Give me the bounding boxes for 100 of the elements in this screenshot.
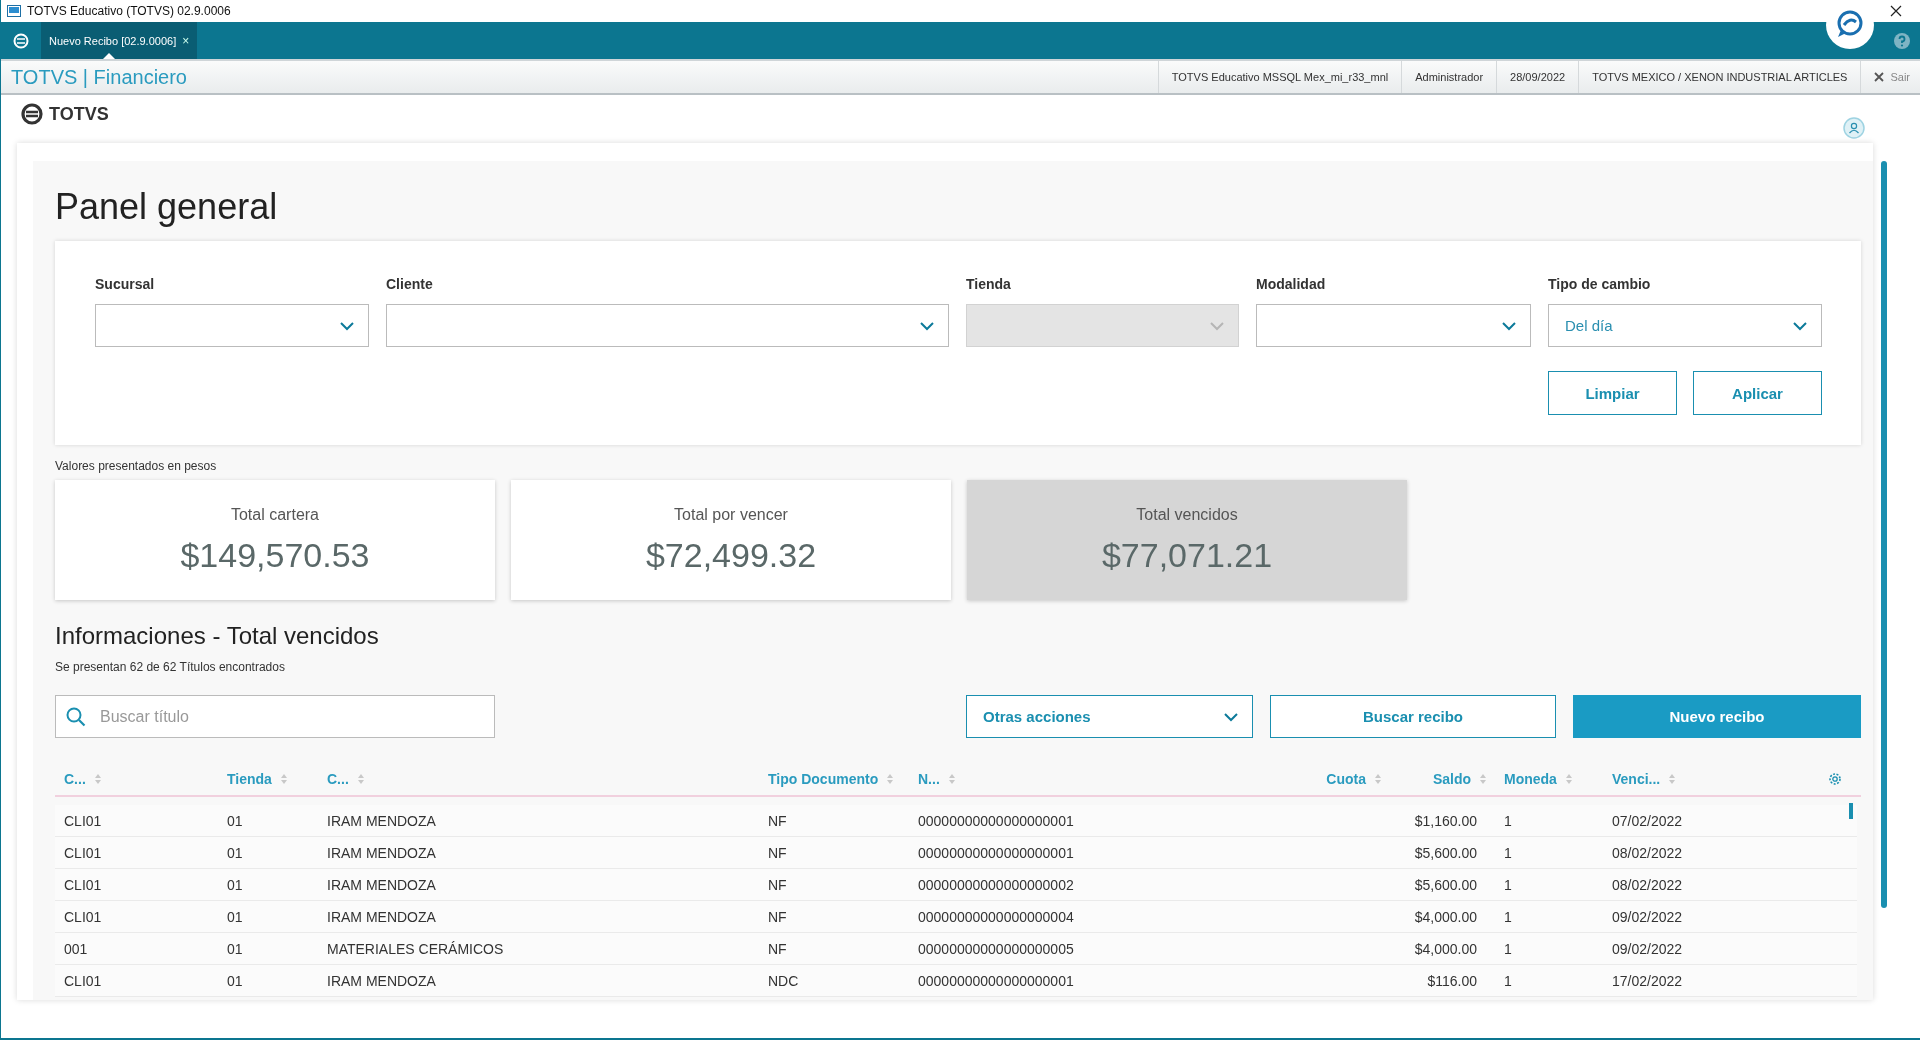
table-cell-text: IRAM MENDOZA [326,908,437,925]
close-button[interactable]: × [182,33,190,48]
header-info: Administrador [1401,61,1497,93]
column-header[interactable]: C... [64,771,86,787]
tab[interactable]: Nuevo Recibo [02.9.0006] × [41,22,198,59]
table-cell-text: NF [767,812,788,829]
table-cell-text: $1,160.00 [1413,812,1478,829]
new-receipt-button[interactable]: Nuevo recibo [1573,695,1861,738]
table-cell-text: CLI01 [63,908,103,925]
total-amount: $149,570.53 [180,535,370,575]
filter-button[interactable]: Limpiar [1548,371,1677,415]
column-header[interactable]: N... [918,771,940,787]
table-cell-text: NF [767,908,788,925]
close-icon[interactable] [1890,5,1902,17]
sort-icon[interactable] [886,773,895,785]
table-cell-text: CLI01 [63,876,103,893]
table-cell-text: 08/02/2022 [1611,876,1684,893]
total-card[interactable]: Total vencidos $77,071.21 [967,480,1407,600]
app-icon [7,5,21,17]
table-cell-text: NF [767,844,788,861]
search-field[interactable]: Buscar título [55,695,495,738]
table-cell-text: $5,600.00 [1413,876,1478,893]
table-cell-text: MATERIALES CERÁMICOS [326,940,505,957]
page-title: Panel general [55,185,279,229]
table-cell-text: 1 [1503,940,1513,957]
table-cell-text: NF [767,876,788,893]
sort-icon[interactable] [279,773,288,785]
filter-button[interactable]: Aplicar [1693,371,1822,415]
sort-icon[interactable] [1564,773,1573,785]
total-amount: $77,071.21 [1101,535,1273,575]
table-cell-text: 09/02/2022 [1611,908,1684,925]
logo-icon [21,103,43,125]
table-cell-text: 01 [226,876,244,893]
column-header[interactable]: Venci... [1612,771,1661,787]
field-label: Cliente [386,276,434,292]
scrollbar-thumb[interactable] [1849,803,1853,819]
table-cell-text: IRAM MENDOZA [326,972,437,989]
total-card[interactable]: Total cartera $149,570.53 [55,480,495,600]
table-cell-text: 01 [226,844,244,861]
sort-icon[interactable] [93,773,102,785]
table-cell-text: CLI01 [63,812,103,829]
table-cell-text: CLI01 [63,844,103,861]
sort-icon[interactable] [947,773,956,785]
settings-icon[interactable] [1828,772,1842,786]
table-cell-text: 00000000000000000002 [917,876,1075,893]
dropdown-field[interactable] [1256,304,1531,347]
table-cell-text: 17/02/2022 [1611,972,1684,989]
dropdown-field[interactable]: Del día [1548,304,1822,347]
table-cell-text: NDC [767,972,800,989]
window-title: TOTVS Educativo (TOTVS) 02.9.0006 [27,4,231,18]
column-header[interactable]: Cuota [1326,771,1366,787]
sort-icon[interactable] [356,773,365,785]
field-label: Tipo de cambio [1548,276,1652,292]
table-cell-text: 00000000000000000005 [917,940,1075,957]
column-header[interactable]: C... [327,771,349,787]
column-header[interactable]: Moneda [1504,771,1557,787]
table-cell-text: 00000000000000000001 [917,812,1075,829]
dropdown-field[interactable] [95,304,369,347]
column-header[interactable]: Tipo Documento [768,771,879,787]
actions-dropdown[interactable]: Otras acciones [966,695,1253,738]
table-cell-text: IRAM MENDOZA [326,844,437,861]
total-card[interactable]: Total por vencer $72,499.32 [511,480,951,600]
sort-icon[interactable] [1374,773,1382,785]
total-label: Total vencidos [1136,505,1238,524]
table-cell-text: 01 [226,812,244,829]
table-cell-text: $116.00 [1426,972,1478,989]
scrollbar-thumb[interactable] [1881,161,1887,908]
field-label: Tienda [966,276,1012,292]
table-cell-text: 01 [226,940,244,957]
logo-text: TOTVS [49,103,109,125]
table-cell-text: CLI01 [63,972,103,989]
user-avatar-icon[interactable] [1843,117,1865,139]
help-icon[interactable] [1894,32,1910,49]
section-title: Informaciones - Total vencidos [55,621,380,651]
table-cell-text: 1 [1503,812,1513,829]
table-cell-text: 07/02/2022 [1611,812,1684,829]
search-receipt-button[interactable]: Buscar recibo [1270,695,1556,738]
exit-button[interactable]: Sair [1860,61,1920,93]
table-cell-text: 1 [1503,972,1513,989]
column-header[interactable]: Tienda [227,771,272,787]
table-cell-text: 01 [226,972,244,989]
close-icon [1874,72,1885,82]
total-amount: $72,499.32 [645,535,817,575]
table-cell-text: 1 [1503,876,1513,893]
note-text: Valores presentados en pesos [55,459,218,473]
table-cell-text: 00000000000000000001 [917,972,1075,989]
logo-icon[interactable] [13,32,29,49]
table-cell-text: IRAM MENDOZA [326,876,437,893]
table-cell-text: 08/02/2022 [1611,844,1684,861]
table-cell-text: NF [767,940,788,957]
table-cell-text: 00000000000000000004 [917,908,1075,925]
table-cell-text: IRAM MENDOZA [326,812,437,829]
sort-icon[interactable] [1479,773,1487,785]
table-cell-text: $4,000.00 [1413,908,1478,925]
column-header[interactable]: Saldo [1432,771,1471,787]
sort-icon[interactable] [1668,773,1677,785]
module-title: TOTVS | Financiero [11,65,187,89]
dropdown-field[interactable] [386,304,949,347]
table-cell-text: 1 [1503,844,1513,861]
header-info: 28/09/2022 [1496,61,1579,93]
